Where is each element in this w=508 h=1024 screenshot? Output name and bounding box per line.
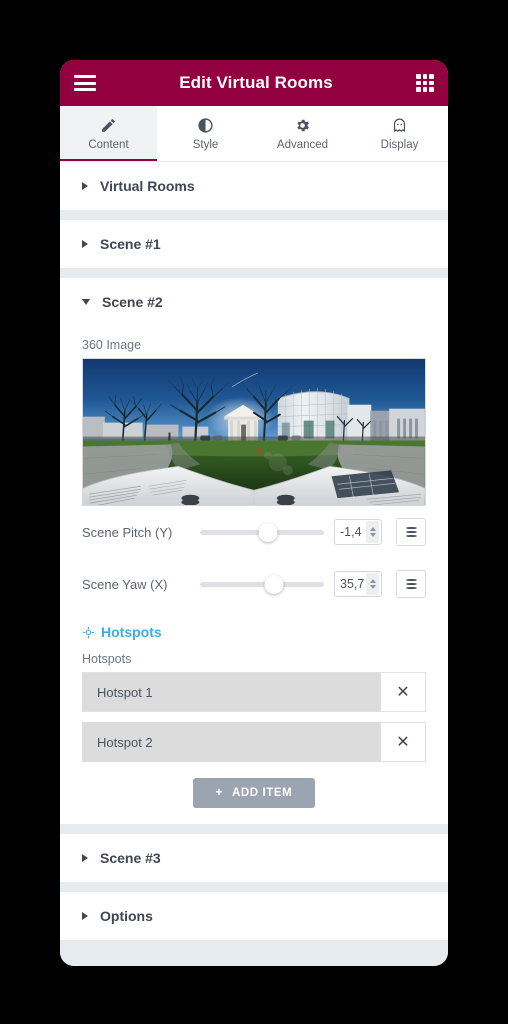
accordion-virtual-rooms-label: Virtual Rooms <box>100 178 195 194</box>
tab-style[interactable]: Style <box>157 106 254 161</box>
scene-yaw-row: Scene Yaw (X) 35,7 <box>60 558 448 610</box>
page-title: Edit Virtual Rooms <box>179 73 333 92</box>
image-field-label: 360 Image <box>82 338 142 352</box>
accordion-virtual-rooms[interactable]: Virtual Rooms <box>60 162 448 210</box>
grid-apps-icon[interactable] <box>416 74 434 92</box>
accordion-scene-3[interactable]: Scene #3 <box>60 834 448 882</box>
accordion-scene-2[interactable]: Scene #2 <box>60 278 448 326</box>
tab-display-label: Display <box>380 138 419 151</box>
contrast-icon <box>197 117 215 135</box>
scene-yaw-input[interactable]: 35,7 <box>334 571 382 597</box>
tab-content[interactable]: Content <box>60 106 157 161</box>
chevron-up-icon <box>369 579 376 583</box>
chevron-down-icon <box>82 299 90 305</box>
chevron-right-icon <box>82 182 88 190</box>
slider-track <box>200 581 324 587</box>
hotspot-item-2-delete-close-icon[interactable]: ✕ <box>380 723 425 761</box>
hotspot-item-1-label[interactable]: Hotspot 1 <box>83 673 380 711</box>
slider-knob[interactable] <box>264 574 284 594</box>
chevron-right-icon <box>82 240 88 248</box>
plus-icon: + <box>215 787 223 799</box>
accordion-scene-1[interactable]: Scene #1 <box>60 220 448 268</box>
app-header: Edit Virtual Rooms <box>60 60 448 106</box>
tab-content-label: Content <box>88 138 129 151</box>
scene-pitch-stepper[interactable] <box>366 521 379 543</box>
chevron-up-icon <box>369 527 376 531</box>
section-divider <box>60 210 448 220</box>
pencil-icon <box>100 117 118 135</box>
database-icon <box>405 526 417 538</box>
scene-pitch-row: Scene Pitch (Y) -1,4 <box>60 506 448 558</box>
accordion-options-label: Options <box>100 908 153 924</box>
panorama-image <box>83 359 425 505</box>
scene-yaw-slider[interactable] <box>200 574 324 594</box>
scene-yaw-dynamic-button[interactable] <box>396 570 426 598</box>
slider-knob[interactable] <box>258 522 278 542</box>
phone-card: Edit Virtual Rooms Content Style Advance… <box>60 60 448 966</box>
scene-pitch-input[interactable]: -1,4 <box>334 519 382 545</box>
tab-advanced-label: Advanced <box>276 138 329 151</box>
hotspot-item-2[interactable]: Hotspot 2 ✕ <box>82 722 426 762</box>
chevron-down-icon <box>369 533 376 537</box>
database-icon <box>405 578 417 590</box>
hotspot-item-1-delete-close-icon[interactable]: ✕ <box>380 673 425 711</box>
chevron-down-icon <box>369 585 376 589</box>
accordion-options[interactable]: Options <box>60 892 448 940</box>
tab-advanced[interactable]: Advanced <box>254 106 351 161</box>
crosshair-icon <box>82 626 95 639</box>
accordion-scene-1-label: Scene #1 <box>100 236 161 252</box>
scene-pitch-dynamic-button[interactable] <box>396 518 426 546</box>
scene-yaw-value: 35,7 <box>340 577 365 591</box>
add-item-label: ADD ITEM <box>231 787 293 799</box>
tab-style-label: Style <box>192 138 219 151</box>
scene-pitch-value: -1,4 <box>340 525 362 539</box>
add-item-container: + ADD ITEM <box>60 772 448 812</box>
settings-scroll-area[interactable]: Virtual Rooms Scene #1 Scene #2 360 Imag… <box>60 162 448 966</box>
scene-yaw-label: Scene Yaw (X) <box>82 576 168 592</box>
ghost-icon <box>391 117 409 135</box>
hotspots-section-heading[interactable]: Hotspots <box>60 610 448 644</box>
hotspots-heading-label: Hotspots <box>101 624 162 640</box>
scene-pitch-label: Scene Pitch (Y) <box>82 524 173 540</box>
tab-display[interactable]: Display <box>351 106 448 161</box>
chevron-right-icon <box>82 912 88 920</box>
hotspot-item-2-label[interactable]: Hotspot 2 <box>83 723 380 761</box>
screenshot-root: Edit Virtual Rooms Content Style Advance… <box>0 0 508 1024</box>
scene-yaw-stepper[interactable] <box>366 573 379 595</box>
hotspot-item-1[interactable]: Hotspot 1 ✕ <box>82 672 426 712</box>
add-item-button[interactable]: + ADD ITEM <box>193 778 315 808</box>
section-divider <box>60 824 448 834</box>
accordion-scene-3-label: Scene #3 <box>100 850 161 866</box>
scene-2-panel: 360 Image Scene Pitch (Y) -1,4 Scene Yaw… <box>60 326 448 824</box>
tab-bar: Content Style Advanced Display <box>60 106 448 162</box>
hamburger-menu-icon[interactable] <box>74 75 96 91</box>
gear-icon <box>294 117 312 135</box>
chevron-right-icon <box>82 854 88 862</box>
scene-pitch-slider[interactable] <box>200 522 324 542</box>
panorama-preview[interactable] <box>82 358 426 506</box>
section-divider <box>60 268 448 278</box>
accordion-scene-2-label: Scene #2 <box>102 294 163 310</box>
hotspots-field-label: Hotspots <box>82 652 132 666</box>
section-divider <box>60 882 448 892</box>
